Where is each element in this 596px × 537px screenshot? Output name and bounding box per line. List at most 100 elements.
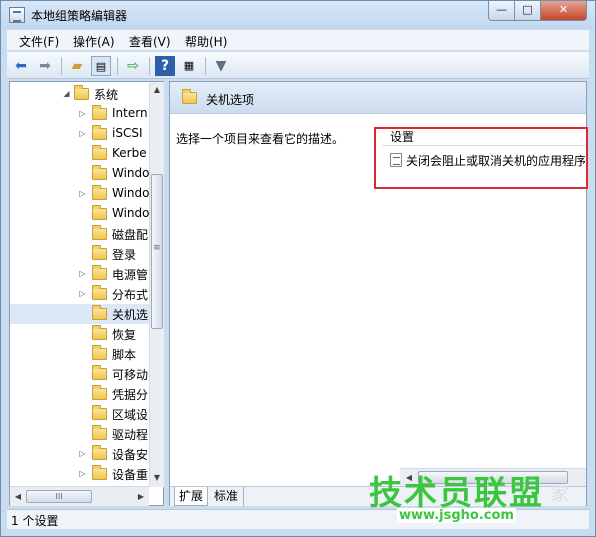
tree-item-label: Windo [112,206,150,220]
folder-icon [92,245,107,260]
tree-item-label: 设备重 [112,468,149,482]
filter-icon[interactable]: ▼ [211,56,231,76]
folder-icon [92,365,107,380]
scroll-grip: ≡ [153,243,161,253]
tree-item[interactable]: 驱动程 [10,424,150,444]
folder-icon [92,385,107,400]
tree-item[interactable]: 凭据分 [10,384,150,404]
folder-icon [182,89,197,104]
detail-header: 关机选项 [170,82,586,114]
help-icon[interactable]: ? [155,56,175,76]
expand-icon[interactable]: ▷ [78,188,87,199]
watermark-url: www.jsgho.com [397,508,516,523]
expand-icon[interactable]: ▷ [78,268,87,279]
tree-item-system[interactable]: ◢ 系统 [10,84,150,104]
tree-item-label: 电源管 [112,268,149,282]
tree-item-label: 区域设 [112,408,149,422]
tree-vertical-scroll-thumb[interactable]: ≡ [151,174,163,329]
tree-item-label: Windo [112,186,150,200]
tree-item-label: 恢复 [112,328,137,342]
tab-extended[interactable]: 扩展 [174,487,208,506]
show-hide-tree-icon[interactable]: ▤ [91,56,111,76]
collapse-icon[interactable]: ◢ [62,88,71,99]
tree-horizontal-scrollbar[interactable]: ◀ III ▶ [10,486,149,506]
tree-item[interactable]: ▷ 分布式 [10,284,150,304]
scroll-up-icon[interactable]: ▲ [150,83,164,97]
folder-icon [92,105,107,120]
tree-item-label: 磁盘配 [112,228,149,242]
folder-icon [92,465,107,480]
expand-icon[interactable]: ▷ [78,288,87,299]
tree-item[interactable]: ▷ Intern [10,104,150,124]
status-text: 1 个设置 [11,514,59,528]
menu-file[interactable]: 文件(F) [19,33,59,50]
description-text: 选择一个项目来查看它的描述。 [176,132,345,146]
tree-item[interactable]: Windo [10,164,150,184]
tree-item[interactable]: ▷ 电源管 [10,264,150,284]
tree-item-label: Kerbe [112,146,147,160]
properties-icon[interactable]: ▦ [179,56,199,76]
folder-icon [74,85,89,100]
folder-icon [92,425,107,440]
menu-view[interactable]: 查看(V) [129,33,171,50]
tree-item[interactable]: 磁盘配 [10,224,150,244]
tree-item[interactable]: ▷ Windo [10,184,150,204]
tree-item-label: 驱动程 [112,428,149,442]
close-button[interactable]: ✕ [541,1,587,21]
tab-standard[interactable]: 标准 [210,487,244,506]
menu-action[interactable]: 操作(A) [73,33,115,50]
export-list-icon[interactable]: ⇨ [123,56,143,76]
expand-icon[interactable]: ▷ [78,108,87,119]
tree-item[interactable]: ▷ 设备安 [10,444,150,464]
folder-icon [92,285,107,300]
scroll-down-icon[interactable]: ▼ [150,471,164,485]
toolbar-separator [117,57,118,75]
window-title: 本地组策略编辑器 [31,9,128,23]
tree-item[interactable]: Kerbe [10,144,150,164]
maximize-button[interactable]: □ [515,1,541,21]
minimize-button[interactable]: — [488,1,515,21]
folder-icon [92,185,107,200]
toolbar-separator [149,57,150,75]
folder-icon [92,165,107,180]
tree-item-label: 系统 [94,88,119,102]
back-arrow-icon[interactable]: ⬅ [11,56,31,76]
folder-icon [92,445,107,460]
folder-icon [92,225,107,240]
folder-icon [92,305,107,320]
scroll-right-icon[interactable]: ▶ [134,490,148,504]
expand-icon[interactable]: ▷ [78,448,87,459]
tree-vertical-scrollbar[interactable]: ▲ ≡ ▼ [149,82,164,487]
expand-icon[interactable]: ▷ [78,128,87,139]
folder-icon [92,125,107,140]
folder-icon [92,265,107,280]
tree-item[interactable]: 脚本 [10,344,150,364]
tree-horizontal-scroll-thumb[interactable]: III [26,490,92,503]
menu-help[interactable]: 帮助(H) [185,33,227,50]
toolbar-separator [61,57,62,75]
folder-icon [92,405,107,420]
tree-item-label: 登录 [112,248,137,262]
forward-arrow-icon[interactable]: ➡ [35,56,55,76]
title-bar[interactable]: 本地组策略编辑器 — □ ✕ [1,1,595,29]
folder-icon [92,145,107,160]
tree-panel[interactable]: ◢ 系统 ▷ Intern ▷ iSCSI Kerbe Windo ▷ Wind… [9,81,164,506]
tree-item[interactable]: 登录 [10,244,150,264]
expand-icon[interactable]: ▷ [78,468,87,479]
tree-item[interactable]: ▷ 设备重 [10,464,150,484]
tree-item[interactable]: 可移动 [10,364,150,384]
tree-item-shutdown-options[interactable]: 关机选 [10,304,150,324]
tree-item-label: 可移动 [112,368,149,382]
folder-icon [92,205,107,220]
up-folder-icon[interactable]: ▰ [67,56,87,76]
tree-item[interactable]: ▷ iSCSI [10,124,150,144]
watermark-brand: 技术员联盟 [369,473,544,512]
watermark: 技术员联盟 家 www.jsgho.com [367,464,589,530]
scroll-left-icon[interactable]: ◀ [11,490,25,504]
tree-item[interactable]: 恢复 [10,324,150,344]
tree-item[interactable]: Windo [10,204,150,224]
tree-item-label: 设备安 [112,448,149,462]
tree-item[interactable]: 区域设 [10,404,150,424]
app-window: 本地组策略编辑器 — □ ✕ 文件(F) 操作(A) 查看(V) 帮助(H) ⬅… [0,0,596,537]
tree-item-label: Windo [112,166,150,180]
